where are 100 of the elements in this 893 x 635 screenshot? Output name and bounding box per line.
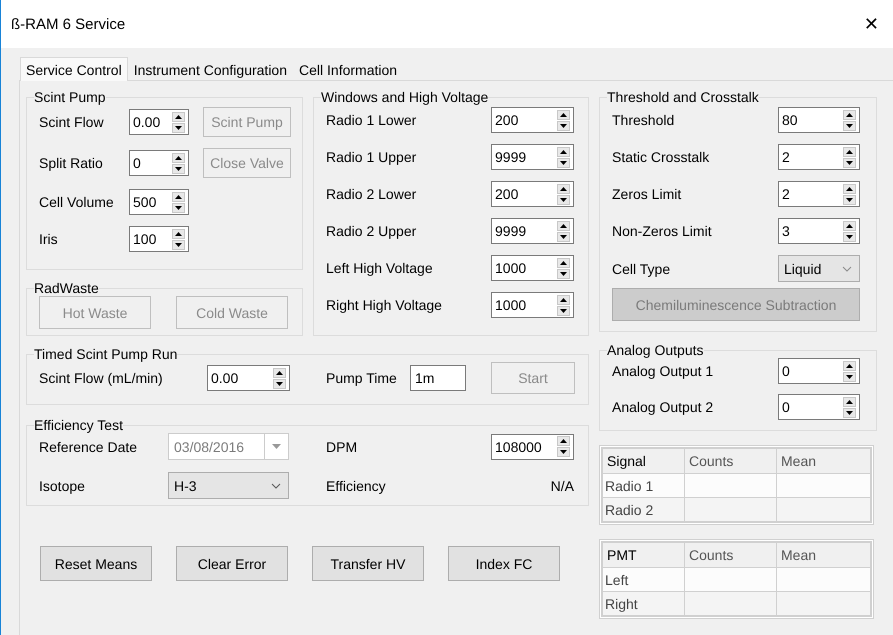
down-arrow-button[interactable]	[843, 120, 856, 130]
spin-box[interactable]: 9999	[491, 218, 574, 244]
field-label: Analog Output 2	[612, 399, 714, 415]
down-arrow-button[interactable]	[557, 120, 570, 130]
spin-box[interactable]: 2	[778, 181, 860, 207]
down-triangle-icon	[846, 124, 853, 128]
up-arrow-button[interactable]	[557, 436, 570, 446]
spin-box[interactable]: 0	[778, 394, 860, 420]
down-triangle-icon	[846, 198, 853, 202]
table-cell: Left	[602, 568, 684, 592]
group-title: Efficiency Test	[34, 417, 123, 433]
up-arrow-button[interactable]	[557, 294, 570, 304]
down-arrow-button[interactable]	[557, 232, 570, 242]
isotope-dropdown[interactable]: H-3	[168, 472, 289, 499]
pump-time-field[interactable]: 1m	[410, 365, 466, 391]
up-triangle-icon	[175, 232, 182, 236]
up-arrow-button[interactable]	[557, 110, 570, 120]
button[interactable]: Clear Error	[176, 546, 288, 581]
column-header: PMT	[602, 542, 684, 568]
up-arrow-button[interactable]	[843, 220, 856, 230]
up-arrow-button[interactable]	[843, 146, 856, 156]
down-arrow-button[interactable]	[843, 194, 856, 204]
spin-box[interactable]: 3	[778, 218, 860, 244]
up-arrow-button[interactable]	[843, 110, 856, 120]
down-triangle-icon	[175, 242, 182, 246]
field-label: Analog Output 1	[612, 363, 714, 379]
field-label: Left High Voltage	[326, 260, 434, 276]
up-arrow-button[interactable]	[557, 220, 570, 230]
up-arrow-button[interactable]	[172, 112, 185, 122]
down-arrow-button[interactable]	[557, 306, 570, 316]
close-button[interactable]: ✕	[858, 10, 885, 38]
group-title: Threshold and Crosstalk	[607, 89, 759, 105]
caret-icon	[842, 266, 852, 272]
down-arrow-button[interactable]	[843, 158, 856, 168]
down-arrow-button[interactable]	[172, 240, 185, 250]
spin-box[interactable]: 0.00	[129, 109, 189, 135]
field-label: Reference Date	[39, 438, 138, 454]
button[interactable]: Transfer HV	[312, 546, 424, 581]
down-arrow-button[interactable]	[843, 372, 856, 382]
down-arrow-button[interactable]	[273, 378, 286, 388]
column-header: Signal	[602, 448, 684, 474]
spin-box[interactable]: 0	[778, 358, 860, 384]
caret-icon	[272, 444, 281, 449]
field-label: Radio 2 Lower	[326, 186, 418, 202]
group-title: Scint Pump	[34, 89, 106, 105]
up-triangle-icon	[846, 364, 853, 368]
down-triangle-icon	[560, 198, 567, 202]
down-triangle-icon	[560, 234, 567, 238]
field-label: Right High Voltage	[326, 297, 443, 313]
spin-box[interactable]: 1000	[491, 292, 574, 318]
down-arrow-button[interactable]	[172, 122, 185, 132]
spin-box[interactable]: 200	[491, 181, 574, 207]
up-triangle-icon	[560, 186, 567, 190]
up-arrow-button[interactable]	[172, 152, 185, 162]
down-triangle-icon	[276, 382, 283, 386]
up-arrow-button[interactable]	[172, 192, 185, 202]
spin-box[interactable]: 1000	[491, 255, 574, 281]
button[interactable]: Index FC	[448, 546, 560, 581]
column-header: Counts	[684, 542, 776, 568]
up-arrow-button[interactable]	[557, 146, 570, 156]
spin-box[interactable]: 0	[129, 150, 189, 176]
efficiency-value: N/A	[550, 478, 574, 494]
down-arrow-button[interactable]	[557, 268, 570, 278]
spin-box[interactable]: 0.00	[207, 365, 290, 391]
table-cell: Radio 2	[602, 498, 684, 522]
cell-type-dropdown[interactable]: Liquid	[778, 255, 860, 282]
down-arrow-button[interactable]	[557, 158, 570, 168]
up-arrow-button[interactable]	[273, 368, 286, 378]
up-arrow-button[interactable]	[843, 360, 856, 370]
field-label: Efficiency	[326, 478, 387, 494]
down-triangle-icon	[560, 124, 567, 128]
spin-box[interactable]: 100	[129, 226, 189, 252]
spin-box[interactable]: 200	[491, 107, 574, 133]
spin-box[interactable]: 9999	[491, 144, 574, 170]
down-arrow-button[interactable]	[557, 194, 570, 204]
down-arrow-button[interactable]	[843, 232, 856, 242]
down-arrow-button[interactable]	[557, 447, 570, 457]
down-triangle-icon	[846, 410, 853, 414]
up-arrow-button[interactable]	[843, 184, 856, 194]
group-title: Timed Scint Pump Run	[34, 346, 178, 362]
down-triangle-icon	[560, 160, 567, 164]
column-header: Mean	[776, 542, 870, 568]
up-triangle-icon	[846, 150, 853, 154]
field-label: Zeros Limit	[612, 186, 682, 202]
spin-box[interactable]: 80	[778, 107, 860, 133]
up-arrow-button[interactable]	[557, 258, 570, 268]
up-arrow-button[interactable]	[843, 396, 856, 406]
tab[interactable]: Service Control	[20, 57, 128, 81]
field-label: Scint Flow	[39, 114, 105, 130]
down-arrow-button[interactable]	[843, 408, 856, 418]
spin-box[interactable]: 2	[778, 144, 860, 170]
field-label: Iris	[39, 231, 59, 247]
button[interactable]: Reset Means	[40, 546, 152, 581]
spin-box[interactable]: 500	[129, 189, 189, 215]
down-arrow-button[interactable]	[172, 164, 185, 174]
up-arrow-button[interactable]	[557, 184, 570, 194]
down-arrow-button[interactable]	[172, 202, 185, 212]
group-title: Windows and High Voltage	[321, 89, 488, 105]
up-arrow-button[interactable]	[172, 228, 185, 238]
spin-box[interactable]: 108000	[491, 434, 574, 460]
